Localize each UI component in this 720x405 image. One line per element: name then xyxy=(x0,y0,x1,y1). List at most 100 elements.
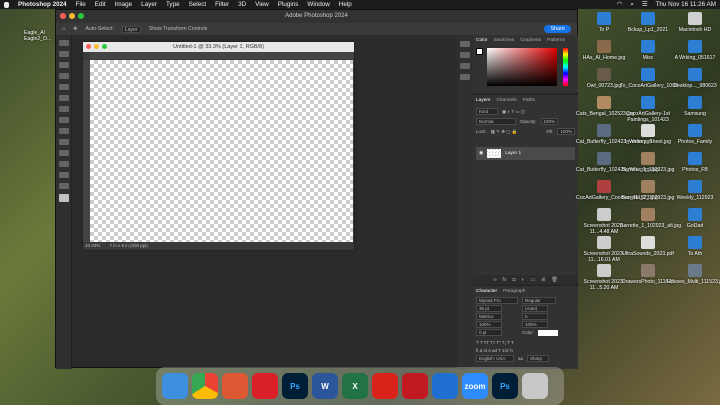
zoom-button[interactable] xyxy=(78,13,84,19)
adjustment-icon[interactable]: ◐ xyxy=(522,277,525,283)
menu-view[interactable]: View xyxy=(255,1,269,8)
finder-icon[interactable] xyxy=(162,373,188,399)
font-style-select[interactable]: Regular xyxy=(522,297,556,304)
tab-character[interactable]: Character xyxy=(476,289,497,294)
layer-name[interactable]: Layer 1 xyxy=(505,151,521,156)
baseline-shift-field[interactable]: 0 pt xyxy=(476,329,502,336)
zoom-icon[interactable]: zoom xyxy=(462,373,488,399)
scanner-icon[interactable] xyxy=(432,373,458,399)
menu-filter[interactable]: Filter xyxy=(215,1,229,8)
eye-icon[interactable]: ◉ xyxy=(479,151,483,156)
color-picker-field[interactable] xyxy=(487,48,557,86)
font-family-select[interactable]: Myriad Pro xyxy=(476,297,518,304)
link-icon[interactable]: ∞ xyxy=(493,277,497,283)
group-icon[interactable]: ▭ xyxy=(531,277,536,283)
language-select[interactable]: English: USA xyxy=(476,355,514,362)
pen-tool[interactable] xyxy=(58,139,69,145)
libraries-panel-icon[interactable] xyxy=(460,74,470,80)
tracking-field[interactable]: 0 xyxy=(522,313,548,320)
text-color-swatch[interactable] xyxy=(538,329,559,336)
desktop-item[interactable]: To Ath xyxy=(667,236,720,257)
menu-image[interactable]: Image xyxy=(115,1,133,8)
crop-tool[interactable] xyxy=(58,73,69,79)
menu-type[interactable]: Type xyxy=(166,1,180,8)
transparent-canvas[interactable] xyxy=(90,60,353,242)
desktop-item[interactable]: A Wrking_051617 xyxy=(667,40,720,61)
desktop-item[interactable]: Houses_Multi_111523.jpg xyxy=(667,264,720,285)
control-center-icon[interactable]: ☰ xyxy=(642,1,648,8)
fill-field[interactable]: 100% xyxy=(557,128,575,135)
hue-slider[interactable] xyxy=(563,48,568,86)
desktop-item[interactable]: Photos_Family xyxy=(667,124,720,145)
desktop-item[interactable]: Photos_FB xyxy=(667,152,720,173)
trash-layer-icon[interactable]: 🗑 xyxy=(552,277,558,283)
antialias-select[interactable]: Sharp xyxy=(527,355,550,362)
properties-panel-icon[interactable] xyxy=(460,52,470,58)
tab-paragraph[interactable]: Paragraph xyxy=(503,289,525,294)
close-button[interactable] xyxy=(60,13,66,19)
app-menu[interactable]: Photoshop 2024 xyxy=(18,1,67,8)
color-swatches[interactable] xyxy=(58,194,69,202)
acrobat-reader-icon[interactable] xyxy=(402,373,428,399)
doc-minimize-button[interactable] xyxy=(94,44,99,49)
tab-swatches[interactable]: Swatches xyxy=(493,38,514,43)
word-icon[interactable]: W xyxy=(312,373,338,399)
ruler-vertical[interactable] xyxy=(83,60,90,242)
photoshop-dock2-icon[interactable]: Ps xyxy=(492,373,518,399)
adjustments-panel-icon[interactable] xyxy=(460,63,470,69)
foreground-color-swatch[interactable] xyxy=(476,48,483,55)
eyedropper-tool[interactable] xyxy=(58,84,69,90)
menu-window[interactable]: Window xyxy=(307,1,329,8)
ruler-horizontal[interactable] xyxy=(90,52,353,59)
vertical-scale-field[interactable]: 100% xyxy=(476,321,502,328)
clone-tool[interactable] xyxy=(58,106,69,112)
doc-zoom-button[interactable] xyxy=(102,44,107,49)
transform-controls-checkbox[interactable]: Show Transform Controls xyxy=(149,26,208,32)
tab-color[interactable]: Color xyxy=(476,38,487,43)
share-button[interactable]: Share xyxy=(544,25,571,33)
gradient-tool[interactable] xyxy=(58,128,69,134)
search-icon[interactable]: ⌕ xyxy=(630,1,634,9)
filter-kind-select[interactable]: Kind xyxy=(476,108,498,115)
duckduckgo-icon[interactable] xyxy=(222,373,248,399)
menu-select[interactable]: Select xyxy=(189,1,207,8)
tab-layers[interactable]: Layers xyxy=(476,98,490,103)
trash-icon[interactable] xyxy=(522,373,548,399)
zoom-tool[interactable] xyxy=(58,183,69,189)
shape-tool[interactable] xyxy=(58,161,69,167)
mask-icon[interactable]: ◘ xyxy=(513,277,516,283)
tab-paths[interactable]: Paths xyxy=(523,98,535,103)
new-layer-icon[interactable]: ⊞ xyxy=(541,277,545,283)
type-tool[interactable] xyxy=(58,150,69,156)
layer-select[interactable]: Layer xyxy=(121,25,141,33)
lasso-tool[interactable] xyxy=(58,62,69,68)
menu-plugins[interactable]: Plugins xyxy=(278,1,299,8)
doc-close-button[interactable] xyxy=(86,44,91,49)
hand-tool[interactable] xyxy=(58,172,69,178)
zoom-level[interactable]: 33.33% xyxy=(85,243,100,248)
marquee-tool[interactable] xyxy=(58,51,69,57)
clock[interactable]: Thu Nov 16 11:26 AM xyxy=(656,1,716,8)
apple-icon[interactable] xyxy=(4,1,9,8)
kerning-field[interactable]: Metrics xyxy=(476,313,502,320)
move-tool-icon[interactable]: ✥ xyxy=(73,26,77,32)
move-tool[interactable] xyxy=(58,40,69,46)
desktop-item[interactable]: Weekly_112923 xyxy=(667,180,720,201)
brush-tool[interactable] xyxy=(58,95,69,101)
filter-icons[interactable]: ▣ ◐ T ▭ ◫ xyxy=(502,109,525,115)
leading-field[interactable]: (Auto) xyxy=(522,305,548,312)
tab-gradients[interactable]: Gradients xyxy=(520,38,541,43)
menu-3d[interactable]: 3D xyxy=(238,1,246,8)
opacity-field[interactable]: 100% xyxy=(540,118,559,125)
desktop-item[interactable]: Samsung xyxy=(667,96,720,117)
history-panel-icon[interactable] xyxy=(460,41,470,47)
menu-help[interactable]: Help xyxy=(339,1,352,8)
horizontal-scale-field[interactable]: 100% xyxy=(522,321,548,328)
menu-layer[interactable]: Layer xyxy=(141,1,157,8)
tab-channels[interactable]: Channels xyxy=(496,98,516,103)
eraser-tool[interactable] xyxy=(58,117,69,123)
creative-cloud-icon[interactable] xyxy=(252,373,278,399)
home-icon[interactable]: ⌂ xyxy=(62,26,65,32)
chrome-icon[interactable] xyxy=(192,373,218,399)
minimize-button[interactable] xyxy=(69,13,75,19)
